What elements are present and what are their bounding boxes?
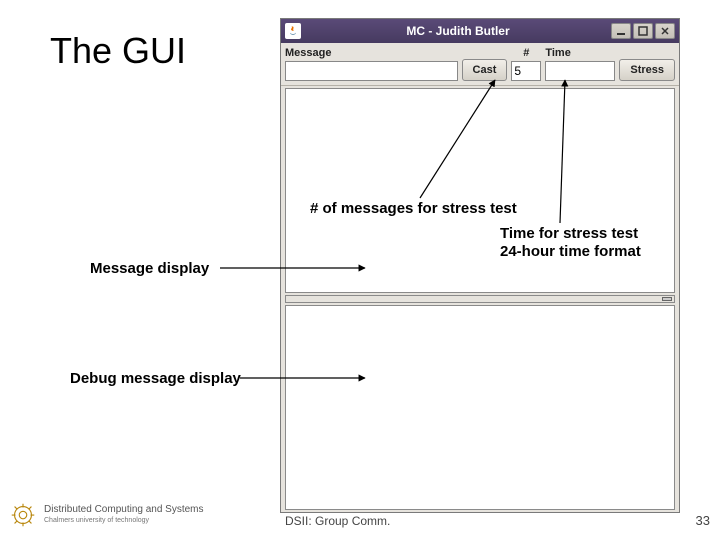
footer-org-line2: Chalmers university of technology — [44, 515, 204, 526]
time-input[interactable] — [545, 61, 615, 81]
message-column: Message — [285, 45, 458, 81]
titlebar: MC - Judith Butler — [281, 19, 679, 43]
num-label: # — [511, 45, 541, 61]
annotation-time-line1: Time for stress test — [500, 225, 638, 242]
message-input[interactable] — [285, 61, 458, 81]
annotation-time-line2: 24-hour time format — [500, 243, 641, 260]
stress-button[interactable]: Stress — [619, 59, 675, 81]
footer-center: DSII: Group Comm. — [285, 514, 390, 528]
cast-button[interactable]: Cast — [462, 59, 508, 81]
footer-logo: Distributed Computing and Systems Chalme… — [8, 500, 204, 530]
minimize-button[interactable] — [611, 23, 631, 39]
num-column: # — [511, 45, 541, 81]
window: MC - Judith Butler Message Cast # Time S… — [280, 18, 680, 513]
close-button[interactable] — [655, 23, 675, 39]
annotation-time: Time for stress test 24-hour time format — [500, 225, 641, 261]
annotation-msg-pane: Message display — [90, 260, 209, 277]
message-label: Message — [285, 45, 458, 61]
time-column: Time — [545, 45, 615, 81]
footer-org-line1: Distributed Computing and Systems — [44, 504, 204, 515]
debug-display-pane[interactable] — [285, 305, 675, 510]
maximize-button[interactable] — [633, 23, 653, 39]
page-title: The GUI — [50, 30, 186, 72]
java-icon — [285, 23, 301, 39]
gear-icon — [8, 500, 38, 530]
time-label: Time — [545, 45, 615, 61]
toolbar: Message Cast # Time Stress — [281, 43, 679, 86]
split-down-icon — [662, 297, 672, 301]
annotation-count: # of messages for stress test — [310, 200, 517, 217]
footer-page-number: 33 — [696, 513, 710, 528]
num-input[interactable] — [511, 61, 541, 81]
annotation-dbg-pane: Debug message display — [70, 370, 241, 387]
footer-org: Distributed Computing and Systems Chalme… — [44, 504, 204, 526]
window-title: MC - Judith Butler — [307, 24, 609, 38]
message-display-pane[interactable] — [285, 88, 675, 293]
split-handle[interactable] — [285, 295, 675, 303]
